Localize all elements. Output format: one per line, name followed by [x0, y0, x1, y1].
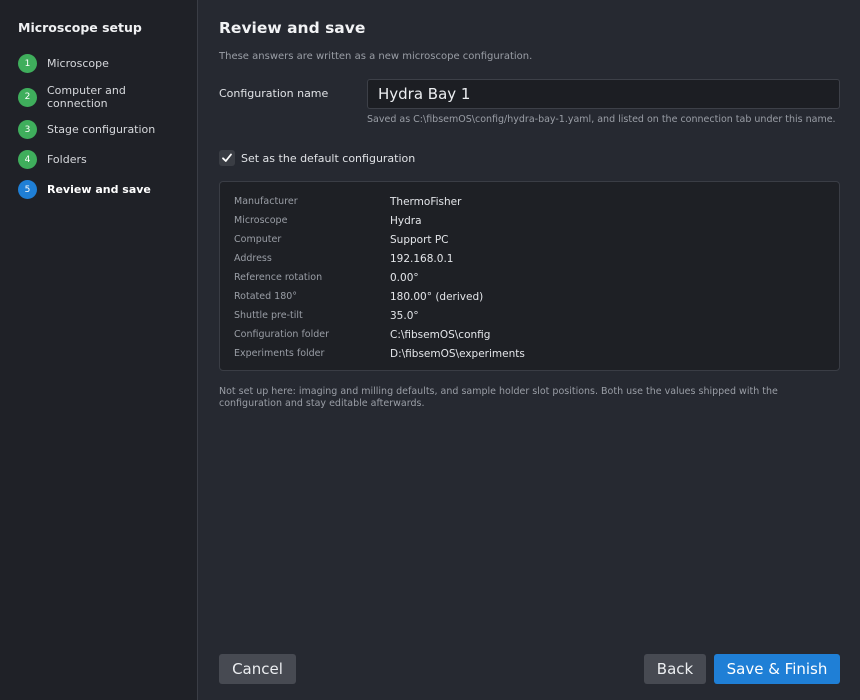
summary-row: Rotated 180° 180.00° (derived) [234, 287, 824, 306]
summary-value: C:\fibsemOS\config [390, 328, 491, 341]
summary-value: Support PC [390, 233, 449, 246]
page-title: Review and save [219, 19, 366, 37]
checkmark-icon [222, 153, 232, 162]
summary-key: Reference rotation [234, 272, 323, 283]
sidebar: Microscope setup 1 Microscope 2 Computer… [0, 0, 198, 700]
step-number-badge: 3 [18, 120, 37, 139]
step-label: Microscope [47, 57, 109, 70]
summary-row: Computer Support PC [234, 230, 824, 249]
main-panel: Review and save These answers are writte… [219, 0, 840, 700]
summary-value: D:\fibsemOS\experiments [390, 347, 525, 360]
step-label: Folders [47, 153, 87, 166]
step-review-save[interactable]: 5 Review and save [18, 180, 188, 199]
step-label: Review and save [47, 183, 151, 196]
summary-row: Microscope Hydra [234, 211, 824, 230]
step-number-badge: 1 [18, 54, 37, 73]
default-config-checkbox[interactable] [219, 150, 235, 166]
summary-row: Shuttle pre-tilt 35.0° [234, 306, 824, 325]
summary-value: 180.00° (derived) [390, 290, 484, 303]
summary-key: Configuration folder [234, 329, 330, 340]
configuration-name-hint: Saved as C:\fibsemOS\config/hydra-bay-1.… [367, 114, 836, 125]
step-microscope[interactable]: 1 Microscope [18, 54, 188, 73]
configuration-name-input[interactable] [367, 79, 840, 109]
summary-key: Microscope [234, 215, 288, 226]
step-stage-configuration[interactable]: 3 Stage configuration [18, 120, 188, 139]
sidebar-title: Microscope setup [18, 20, 142, 35]
summary-key: Manufacturer [234, 196, 298, 207]
summary-value: Hydra [390, 214, 422, 227]
summary-row: Configuration folder C:\fibsemOS\config [234, 325, 824, 344]
summary-row: Reference rotation 0.00° [234, 268, 824, 287]
step-folders[interactable]: 4 Folders [18, 150, 188, 169]
cancel-button[interactable]: Cancel [219, 654, 296, 684]
summary-key: Experiments folder [234, 348, 325, 359]
default-config-row[interactable]: Set as the default configuration [219, 150, 415, 166]
summary-key: Address [234, 253, 272, 264]
summary-row: Manufacturer ThermoFisher [234, 192, 824, 211]
step-number-badge: 2 [18, 87, 37, 107]
summary-row: Address 192.168.0.1 [234, 249, 824, 268]
not-configured-note: Not set up here: imaging and milling def… [219, 386, 778, 409]
default-config-label: Set as the default configuration [241, 151, 416, 165]
summary-row: Experiments folder D:\fibsemOS\experimen… [234, 344, 824, 363]
summary-value: 192.168.0.1 [390, 252, 454, 265]
step-computer-connection[interactable]: 2 Computer and connection [18, 84, 188, 110]
step-label: Stage configuration [47, 123, 156, 136]
step-label: Computer and connection [47, 84, 126, 110]
step-number-badge: 5 [18, 180, 37, 199]
summary-panel: Manufacturer ThermoFisher Microscope Hyd… [219, 181, 840, 371]
configuration-name-label: Configuration name [219, 87, 329, 100]
summary-key: Computer [234, 234, 282, 245]
summary-value: 0.00° [390, 271, 419, 284]
save-finish-button[interactable]: Save & Finish [714, 654, 840, 684]
summary-value: 35.0° [390, 309, 419, 322]
summary-key: Shuttle pre-tilt [234, 310, 303, 321]
back-button[interactable]: Back [644, 654, 706, 684]
page-subtitle: These answers are written as a new micro… [219, 51, 533, 62]
summary-key: Rotated 180° [234, 291, 298, 302]
step-number-badge: 4 [18, 150, 37, 169]
summary-value: ThermoFisher [390, 195, 462, 208]
